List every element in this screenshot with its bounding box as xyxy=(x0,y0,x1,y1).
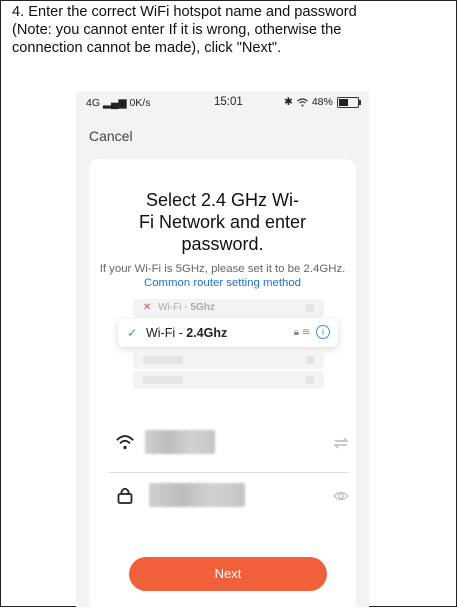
wifi-5g-label: Wi-Fi - xyxy=(158,302,188,313)
cross-icon: ✕ xyxy=(143,302,152,313)
wifi-setup-card: Select 2.4 GHz Wi- Fi Network and enter … xyxy=(89,159,356,611)
placeholder-row xyxy=(133,371,324,389)
cancel-button[interactable]: Cancel xyxy=(89,128,133,144)
instruction-line: connection cannot be made), click "Next"… xyxy=(12,40,282,56)
subtitle-text: If your Wi-Fi is 5GHz, please set it to … xyxy=(99,263,346,275)
page-title: Select 2.4 GHz Wi- Fi Network and enter … xyxy=(89,189,356,255)
lock-icon: 🔒︎ xyxy=(293,327,300,338)
wifi-icon: ≋ xyxy=(301,327,311,338)
battery-icon xyxy=(336,96,361,108)
field-divider xyxy=(109,472,349,473)
wifi-band-illustration: ✕ Wi-Fi - 5Ghz ✓ Wi-Fi - 2.4Ghz 🔒︎ ≋ i xyxy=(118,296,338,394)
title-line: Fi Network and enter xyxy=(138,212,307,232)
battery-percent: 48% xyxy=(311,96,333,108)
instruction-text: 4. Enter the correct WiFi hotspot name a… xyxy=(12,3,444,57)
wifi-5g-row: ✕ Wi-Fi - 5Ghz xyxy=(133,299,324,317)
check-icon: ✓ xyxy=(127,326,138,340)
next-button[interactable]: Next xyxy=(129,557,327,591)
phone-screen: 4G ▂▄▆ 0K/s 15:01 ✱ 48% Cancel Select 2.… xyxy=(76,91,369,611)
wifi-24-band: 2.4Ghz xyxy=(186,326,228,340)
router-setting-link[interactable]: Common router setting method xyxy=(144,277,301,289)
title-line: Select 2.4 GHz Wi- xyxy=(145,190,300,210)
placeholder-square xyxy=(306,304,314,312)
password-value-redacted xyxy=(149,483,245,507)
network-indicator: 4G ▂▄▆ 0K/s xyxy=(86,97,150,109)
placeholder-row xyxy=(133,351,324,369)
password-field[interactable] xyxy=(109,483,349,509)
wifi-24-row: ✓ Wi-Fi - 2.4Ghz 🔒︎ ≋ i xyxy=(118,319,338,347)
instruction-line: 4. Enter the correct WiFi hotspot name a… xyxy=(12,4,357,20)
wifi-name-field[interactable] xyxy=(109,430,349,456)
wifi-icon xyxy=(116,435,134,450)
network-speed: 0K/s xyxy=(129,97,151,109)
info-icon: i xyxy=(316,325,330,340)
wifi-name-value-redacted xyxy=(145,430,215,454)
bluetooth-icon: ✱ xyxy=(284,96,293,108)
eye-icon[interactable] xyxy=(333,488,349,504)
wifi-5g-band: 5Ghz xyxy=(190,302,215,313)
wifi-24-label: Wi-Fi - xyxy=(145,326,183,340)
lock-icon xyxy=(117,487,133,504)
status-time: 15:01 xyxy=(214,96,243,108)
switch-network-icon[interactable] xyxy=(333,435,349,451)
wifi-status-icon xyxy=(296,97,308,106)
subtitle: If your Wi-Fi is 5GHz, please set it to … xyxy=(99,262,346,290)
network-type: 4G xyxy=(86,97,101,109)
title-line: password. xyxy=(181,234,264,254)
status-right: ✱ 48% xyxy=(284,96,361,108)
wifi-24-icons: 🔒︎ ≋ i xyxy=(294,319,330,347)
status-bar: 4G ▂▄▆ 0K/s 15:01 ✱ 48% xyxy=(76,91,369,115)
signal-icon: ▂▄▆ xyxy=(102,97,127,109)
instruction-line: (Note: you cannot enter If it is wrong, … xyxy=(12,22,342,38)
